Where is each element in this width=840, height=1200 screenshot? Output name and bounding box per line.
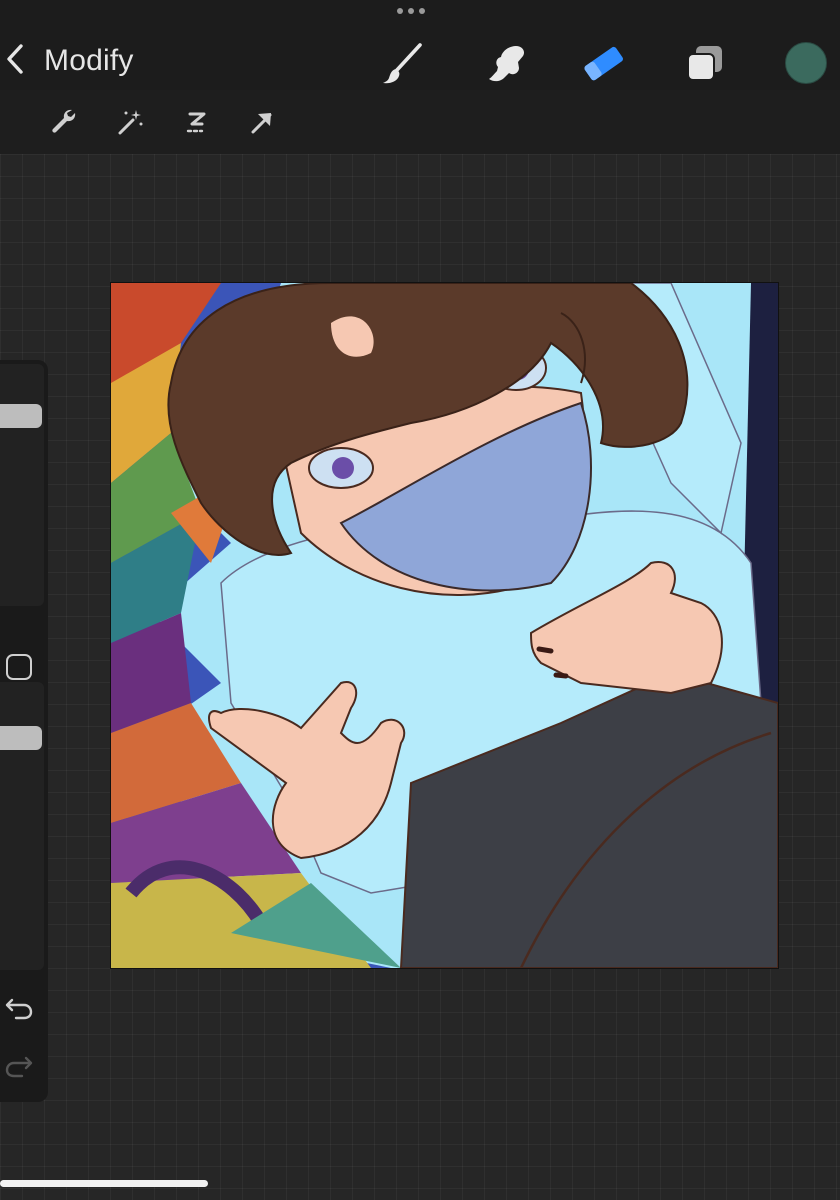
back-button[interactable] [4,42,38,82]
smudge-tool-button[interactable] [482,40,530,88]
opacity-slider[interactable] [0,726,42,750]
page-title[interactable]: Modify [44,44,134,78]
layers-tool-button[interactable] [682,40,730,88]
wrench-icon [52,109,76,133]
eraser-tool-button[interactable] [580,40,628,88]
layers-icon [687,46,722,81]
eraser-icon [584,46,623,81]
undo-button[interactable] [4,992,34,1022]
actions-button[interactable] [48,106,80,138]
drawing-canvas[interactable] [110,282,779,969]
home-indicator[interactable] [0,1180,208,1187]
brush-tool-button[interactable] [380,40,428,88]
brush-size-panel [0,364,44,606]
transform-arrow-icon [251,113,272,134]
smudge-icon [489,46,525,82]
adjustments-button[interactable] [114,106,146,138]
redo-button[interactable] [4,1050,34,1080]
magic-wand-icon [118,110,143,135]
redo-icon [5,1056,33,1078]
brush-icon [383,43,422,84]
selection-button[interactable] [180,106,212,138]
multitask-dots-icon[interactable] [397,8,425,14]
undo-icon [5,998,33,1020]
selection-icon [186,112,206,133]
artwork [111,283,778,968]
chevron-left-icon [7,44,23,74]
transform-button[interactable] [246,106,278,138]
modify-button[interactable] [6,654,32,680]
left-sidebar [0,360,48,1102]
brush-size-slider[interactable] [0,404,42,428]
color-picker-button[interactable] [785,42,827,84]
